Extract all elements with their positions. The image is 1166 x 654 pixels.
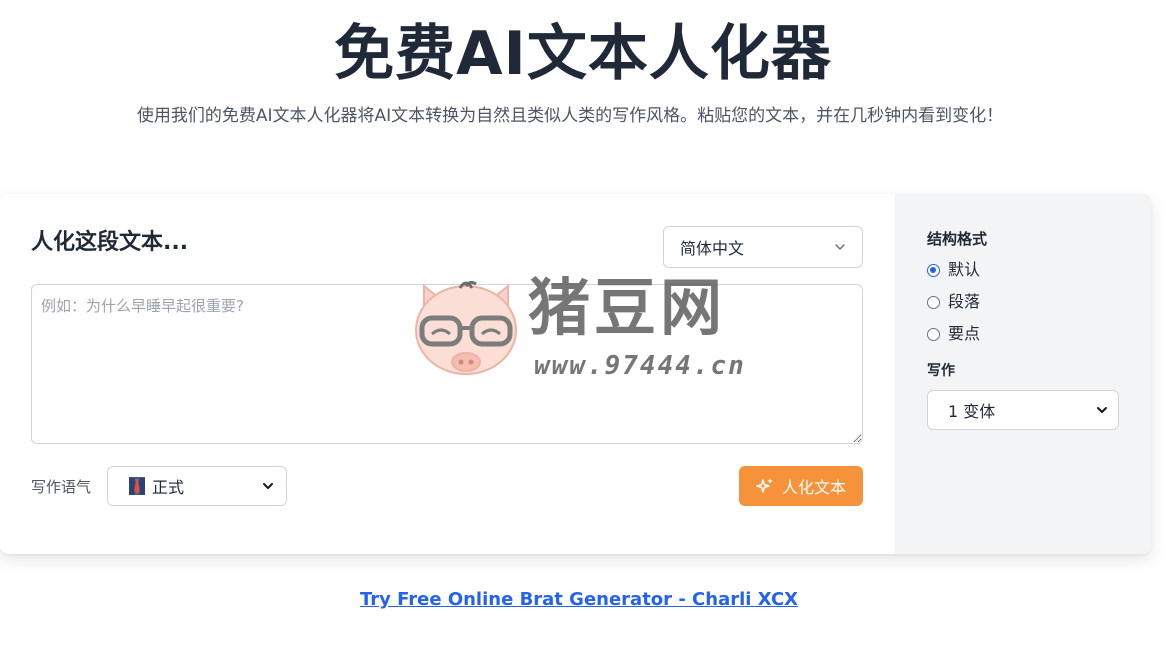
radio-unchecked[interactable]	[927, 295, 940, 309]
page-subtitle: 使用我们的免费AI文本人化器将AI文本转换为自然且类似人类的写作风格。粘贴您的文…	[136, 106, 1004, 126]
variant-select-value: 1 变体	[948, 402, 996, 421]
writing-label: 写作	[927, 363, 955, 379]
chevron-down-icon	[835, 244, 845, 250]
humanize-button[interactable]: 人化文本	[739, 466, 863, 506]
options-sidebar: 结构格式 默认 段落 要点 写作 1 变体	[895, 194, 1151, 554]
sparkles-icon	[756, 478, 773, 493]
editor-heading: 人化这段文本...	[31, 230, 189, 255]
chevron-down-icon	[263, 483, 273, 489]
humanize-button-label: 人化文本	[781, 478, 846, 497]
necktie-icon	[129, 477, 145, 495]
format-option-label: 默认	[948, 260, 981, 279]
format-option-paragraph[interactable]: 段落	[927, 291, 980, 313]
brat-generator-link[interactable]: Try Free Online Brat Generator - Charli …	[0, 587, 1158, 613]
language-select[interactable]: 简体中文	[663, 226, 863, 268]
format-option-label: 段落	[948, 292, 981, 311]
variant-select[interactable]: 1 变体	[927, 390, 1119, 430]
humanizer-card: 人化这段文本... 简体中文 写作语气 正式	[0, 194, 1151, 554]
page-title: 免费AI文本人化器	[334, 19, 832, 89]
tone-select-value: 正式	[152, 478, 185, 497]
page: 免费AI文本人化器 使用我们的免费AI文本人化器将AI文本转换为自然且类似人类的…	[0, 0, 1166, 654]
format-option-default[interactable]: 默认	[927, 259, 980, 281]
format-label: 结构格式	[927, 230, 988, 248]
text-input[interactable]	[31, 284, 863, 444]
tone-select[interactable]: 正式	[107, 466, 287, 506]
editor-panel: 人化这段文本... 简体中文 写作语气 正式	[0, 194, 895, 554]
radio-unchecked[interactable]	[927, 327, 940, 341]
language-select-value: 简体中文	[680, 239, 745, 258]
radio-checked[interactable]	[927, 263, 940, 277]
format-option-bullets[interactable]: 要点	[927, 323, 980, 345]
format-option-label: 要点	[948, 324, 981, 343]
tone-label: 写作语气	[31, 478, 92, 496]
chevron-down-icon	[1097, 407, 1107, 413]
